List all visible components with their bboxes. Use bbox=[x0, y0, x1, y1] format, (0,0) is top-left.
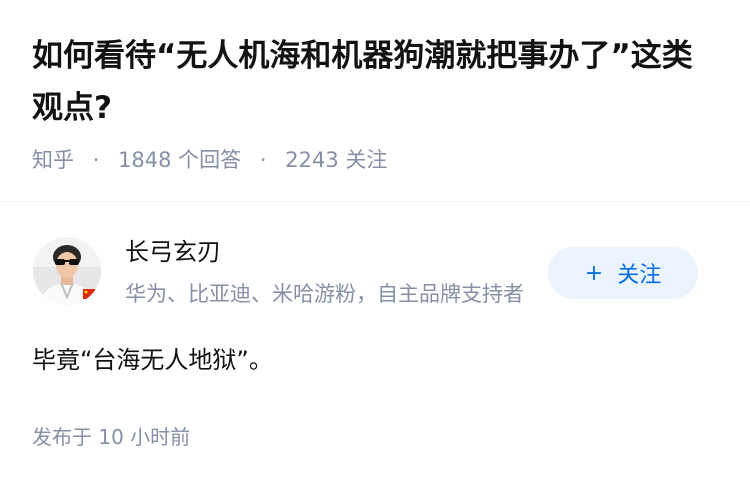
author-name[interactable]: 长弓玄刃 bbox=[125, 235, 221, 269]
follower-count: 2243 关注 bbox=[285, 148, 388, 172]
answer-page: 如何看待“无人机海和机器狗潮就把事办了”这类观点? 知乎 · 1848 个回答 … bbox=[0, 0, 750, 490]
separator-dot: · bbox=[259, 148, 267, 172]
question-title[interactable]: 如何看待“无人机海和机器狗潮就把事办了”这类观点? bbox=[32, 30, 722, 134]
avatar[interactable] bbox=[33, 237, 101, 305]
question-meta: 知乎 · 1848 个回答 · 2243 关注 bbox=[32, 144, 387, 176]
follow-label: 关注 bbox=[617, 263, 662, 288]
answer-content: 毕竟“台海无人地狱”。 bbox=[32, 346, 273, 374]
site-name[interactable]: 知乎 bbox=[32, 148, 74, 172]
author-bio: 华为、比亚迪、米哈游粉，自主品牌支持者 bbox=[125, 282, 524, 306]
plus-icon: + bbox=[584, 260, 604, 286]
answer-count[interactable]: 1848 个回答 bbox=[118, 148, 241, 172]
separator-dot: · bbox=[92, 148, 100, 172]
publish-time: 发布于 10 小时前 bbox=[32, 425, 191, 449]
follow-button[interactable]: + 关注 bbox=[548, 247, 698, 299]
avatar-image bbox=[33, 237, 101, 305]
divider bbox=[0, 201, 750, 202]
